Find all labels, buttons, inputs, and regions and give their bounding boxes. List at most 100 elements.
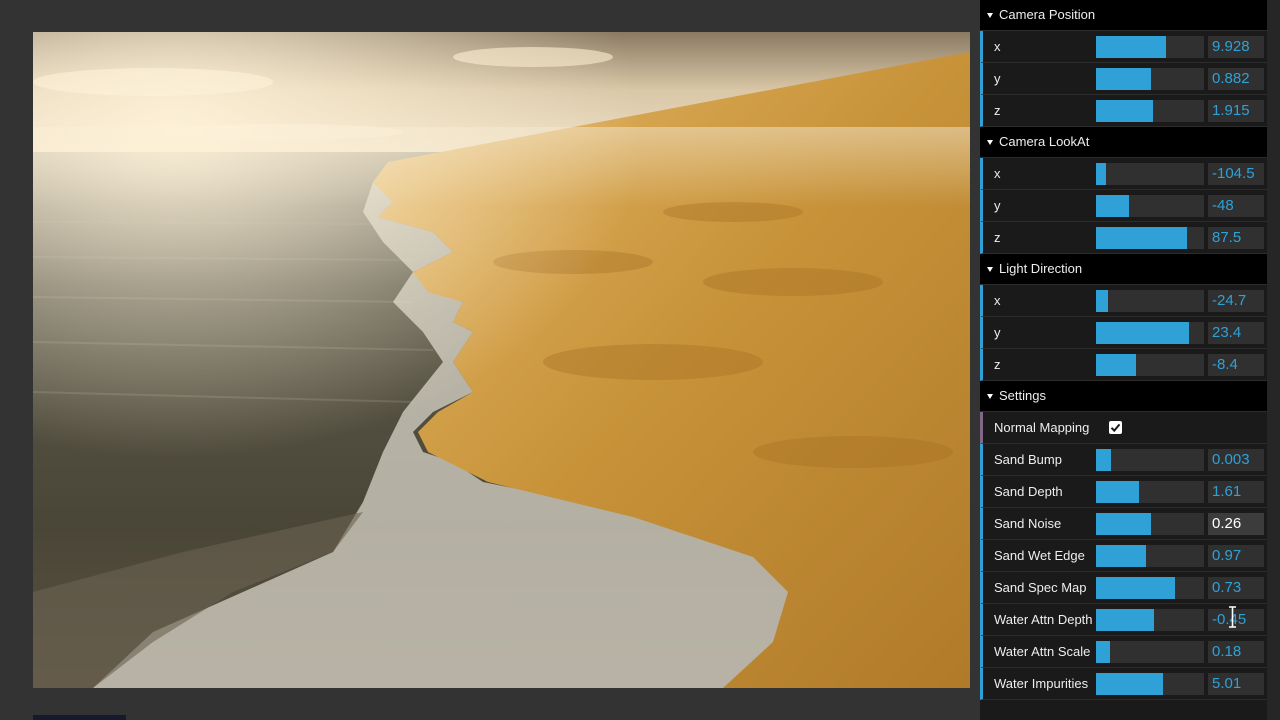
slider-sand-wet-edge[interactable]: [1096, 545, 1204, 567]
control-row-camera-position-z: z 1.915: [980, 95, 1267, 127]
control-row-settings-water-impurities: Water Impurities 5.01: [980, 668, 1267, 700]
control-label: Sand Noise: [994, 516, 1062, 531]
slider-fill: [1096, 641, 1111, 663]
slider-z[interactable]: [1096, 100, 1204, 122]
caret-down-icon: [987, 394, 993, 399]
number-input-water-attn-scale[interactable]: 0.18: [1208, 641, 1264, 663]
number-input-sand-bump[interactable]: 0.003: [1208, 449, 1264, 471]
number-input-x[interactable]: 9.928: [1208, 36, 1264, 58]
slider-y[interactable]: [1096, 195, 1204, 217]
slider-water-impurities[interactable]: [1096, 673, 1204, 695]
slider-fill: [1096, 36, 1167, 58]
caret-down-icon: [987, 140, 993, 145]
number-input-z[interactable]: -8.4: [1208, 354, 1264, 376]
slider-water-attn-depth[interactable]: [1096, 609, 1204, 631]
folder-title: Camera Position: [999, 7, 1096, 22]
slider-fill: [1096, 290, 1108, 312]
control-label: Sand Spec Map: [994, 580, 1087, 595]
normal-mapping-checkbox[interactable]: [1109, 421, 1122, 434]
control-label: Sand Depth: [994, 484, 1063, 499]
folder-camera-lookat[interactable]: Camera LookAt: [980, 127, 1267, 158]
control-row-light-direction-y: y 23.4: [980, 317, 1267, 349]
beach-scene: [33, 32, 970, 688]
slider-sand-bump[interactable]: [1096, 449, 1204, 471]
control-row-camera-position-y: y 0.882: [980, 63, 1267, 95]
number-input-x[interactable]: -104.5: [1208, 163, 1264, 185]
slider-fill: [1096, 227, 1187, 249]
slider-water-attn-scale[interactable]: [1096, 641, 1204, 663]
slider-fill: [1096, 609, 1155, 631]
number-input-sand-depth[interactable]: 1.61: [1208, 481, 1264, 503]
slider-z[interactable]: [1096, 354, 1204, 376]
folder-settings[interactable]: Settings: [980, 381, 1267, 412]
control-label: y: [994, 71, 1001, 86]
control-row-camera-lookat-x: x -104.5: [980, 158, 1267, 190]
number-input-z[interactable]: 1.915: [1208, 100, 1264, 122]
bottom-tab: [33, 715, 126, 720]
control-row-light-direction-x: x -24.7: [980, 285, 1267, 317]
slider-fill: [1096, 481, 1140, 503]
control-label: Water Attn Depth: [994, 612, 1093, 627]
slider-fill: [1096, 673, 1163, 695]
slider-fill: [1096, 513, 1152, 535]
control-row-settings-sand-wet-edge: Sand Wet Edge 0.97: [980, 540, 1267, 572]
text-cursor-icon: [1229, 606, 1236, 628]
control-label: z: [994, 103, 1001, 118]
control-row-light-direction-z: z -8.4: [980, 349, 1267, 381]
slider-sand-noise[interactable]: [1096, 513, 1204, 535]
control-label: y: [994, 325, 1001, 340]
folder-title: Light Direction: [999, 261, 1083, 276]
slider-fill: [1096, 449, 1112, 471]
render-viewport[interactable]: [33, 32, 970, 688]
slider-fill: [1096, 163, 1106, 185]
slider-sand-depth[interactable]: [1096, 481, 1204, 503]
control-row-settings-water-attn-depth: Water Attn Depth -0.45: [980, 604, 1267, 636]
slider-sand-spec-map[interactable]: [1096, 577, 1204, 599]
control-label: Sand Bump: [994, 452, 1062, 467]
control-label: Water Impurities: [994, 676, 1089, 691]
control-row-settings-sand-depth: Sand Depth 1.61: [980, 476, 1267, 508]
control-label: x: [994, 293, 1001, 308]
number-input-x[interactable]: -24.7: [1208, 290, 1264, 312]
control-row-camera-lookat-y: y -48: [980, 190, 1267, 222]
number-input-sand-wet-edge[interactable]: 0.97: [1208, 545, 1264, 567]
control-row-settings-sand-noise: Sand Noise 0.26: [980, 508, 1267, 540]
slider-x[interactable]: [1096, 36, 1204, 58]
caret-down-icon: [987, 267, 993, 272]
slider-y[interactable]: [1096, 322, 1204, 344]
number-input-y[interactable]: 0.882: [1208, 68, 1264, 90]
control-label: z: [994, 230, 1001, 245]
slider-fill: [1096, 195, 1130, 217]
slider-fill: [1096, 68, 1152, 90]
folder-title: Camera LookAt: [999, 134, 1090, 149]
number-input-z[interactable]: 87.5: [1208, 227, 1264, 249]
control-label: x: [994, 39, 1001, 54]
slider-y[interactable]: [1096, 68, 1204, 90]
slider-x[interactable]: [1096, 290, 1204, 312]
number-input-y[interactable]: -48: [1208, 195, 1264, 217]
slider-fill: [1096, 354, 1136, 376]
caret-down-icon: [987, 13, 993, 18]
number-input-sand-noise[interactable]: 0.26: [1208, 513, 1264, 535]
control-row-camera-lookat-z: z 87.5: [980, 222, 1267, 254]
folder-light-direction[interactable]: Light Direction: [980, 254, 1267, 285]
slider-z[interactable]: [1096, 227, 1204, 249]
control-label: Normal Mapping: [994, 420, 1090, 435]
number-input-water-impurities[interactable]: 5.01: [1208, 673, 1264, 695]
checkmark-icon: [1110, 423, 1121, 433]
folder-camera-position[interactable]: Camera Position: [980, 0, 1267, 31]
folder-title: Settings: [999, 388, 1046, 403]
number-input-sand-spec-map[interactable]: 0.73: [1208, 577, 1264, 599]
slider-fill: [1096, 100, 1154, 122]
control-row-settings-water-attn-scale: Water Attn Scale 0.18: [980, 636, 1267, 668]
panel-scrollbar[interactable]: [1267, 0, 1280, 720]
slider-x[interactable]: [1096, 163, 1204, 185]
slider-fill: [1096, 577, 1175, 599]
control-row-camera-position-x: x 9.928: [980, 31, 1267, 63]
control-label: z: [994, 357, 1001, 372]
slider-fill: [1096, 545, 1146, 567]
control-row-settings-sand-spec-map: Sand Spec Map 0.73: [980, 572, 1267, 604]
control-label: x: [994, 166, 1001, 181]
control-label: Sand Wet Edge: [994, 548, 1085, 563]
number-input-y[interactable]: 23.4: [1208, 322, 1264, 344]
